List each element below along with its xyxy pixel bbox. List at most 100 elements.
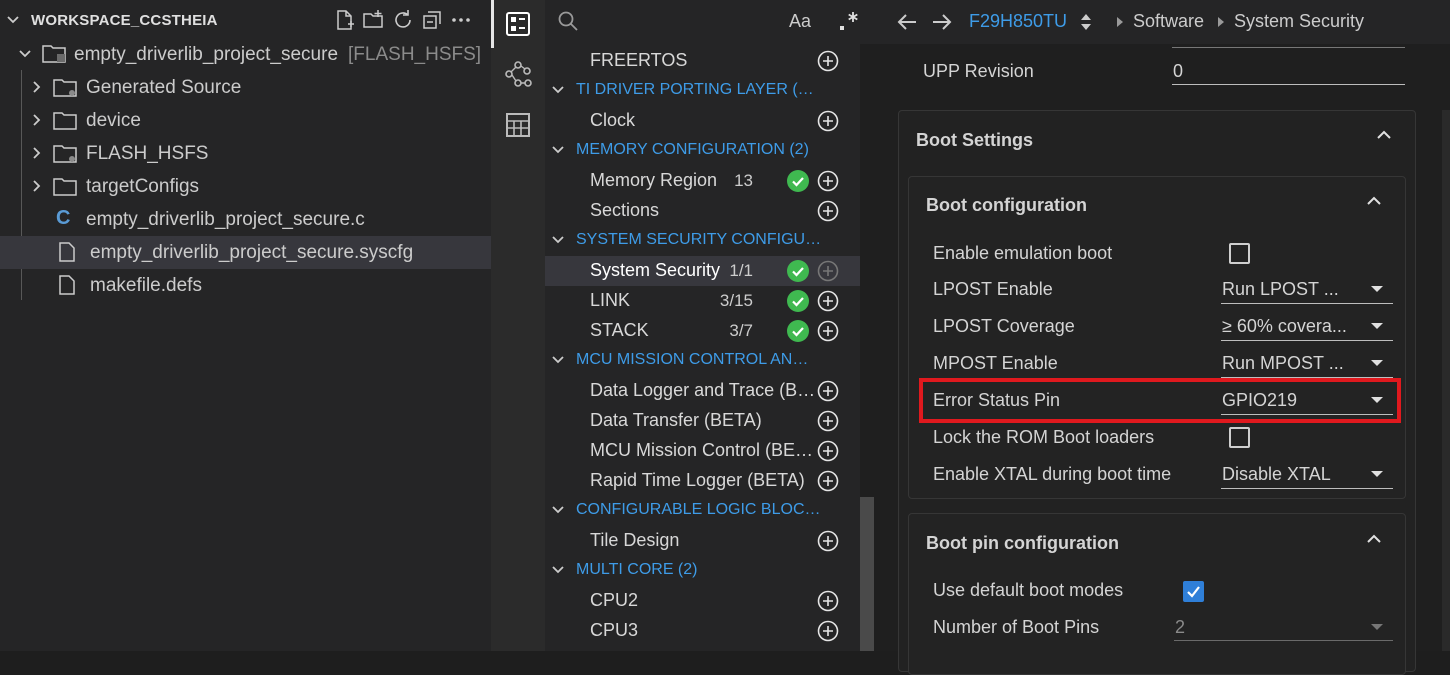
search-icon[interactable] <box>557 10 579 32</box>
add-instance-icon[interactable] <box>817 290 839 312</box>
chevron-down-icon[interactable] <box>551 233 565 247</box>
chevron-right-icon[interactable] <box>31 113 43 127</box>
module-item[interactable]: Tile Design <box>545 526 860 556</box>
chevron-down-icon[interactable] <box>551 83 565 97</box>
lpost-enable-select[interactable]: Run LPOST ... <box>1222 279 1339 300</box>
tree-item-syscfg[interactable]: empty_driverlib_project_secure.syscfg <box>0 236 491 269</box>
chevron-down-icon[interactable] <box>551 503 565 517</box>
module-list-icon[interactable] <box>501 7 535 41</box>
chevron-down-icon[interactable] <box>18 47 32 61</box>
module-item[interactable]: MCU Mission Control (BE… <box>545 436 860 466</box>
enable-emulation-boot-checkbox[interactable] <box>1229 243 1250 264</box>
refresh-icon[interactable] <box>391 8 415 32</box>
mpost-enable-select[interactable]: Run MPOST ... <box>1222 353 1344 374</box>
lock-rom-bootloaders-checkbox[interactable] <box>1229 427 1250 448</box>
chevron-down-icon[interactable] <box>6 13 20 27</box>
match-case-toggle[interactable]: Aa <box>789 11 811 32</box>
more-actions-icon[interactable] <box>449 8 473 32</box>
collapse-all-icon[interactable] <box>420 8 444 32</box>
tree-item-makefile[interactable]: makefile.defs <box>0 269 491 302</box>
chevron-down-icon[interactable] <box>551 353 565 367</box>
chevron-up-icon[interactable] <box>1365 532 1383 546</box>
boot-pin-configuration-title[interactable]: Boot pin configuration <box>926 533 1119 554</box>
dropdown-arrow-icon[interactable] <box>1371 624 1383 630</box>
module-item[interactable]: Sections <box>545 196 860 226</box>
module-item[interactable]: STACK 3/7 <box>545 316 860 346</box>
add-instance-icon[interactable] <box>817 170 839 192</box>
tree-item-c-file[interactable]: C empty_driverlib_project_secure.c <box>0 203 491 236</box>
project-root[interactable]: empty_driverlib_project_secure [FLASH_HSF… <box>0 38 491 71</box>
new-file-icon[interactable] <box>333 8 357 32</box>
config-scrollbar[interactable] <box>1442 110 1450 651</box>
module-scrollbar-thumb[interactable] <box>860 497 874 651</box>
tree-item-target-configs[interactable]: targetConfigs <box>0 170 491 203</box>
breadcrumb-software[interactable]: Software <box>1133 11 1204 32</box>
module-count: 3/15 <box>719 291 753 310</box>
number-of-boot-pins-select[interactable]: 2 <box>1175 617 1185 638</box>
add-instance-icon[interactable] <box>817 50 839 72</box>
dropdown-arrow-icon[interactable] <box>1371 360 1383 366</box>
topology-icon[interactable] <box>501 57 535 91</box>
tree-item-label: FLASH_HSFS <box>86 143 209 164</box>
chevron-right-icon[interactable] <box>31 146 43 160</box>
dropdown-arrow-icon[interactable] <box>1371 286 1383 292</box>
filter-regex-icon[interactable] <box>837 9 861 33</box>
module-category[interactable]: SYSTEM SECURITY CONFIGU… <box>545 226 860 256</box>
boot-settings-title[interactable]: Boot Settings <box>916 130 1033 151</box>
add-instance-icon[interactable] <box>817 110 839 132</box>
dropdown-arrow-icon[interactable] <box>1371 323 1383 329</box>
add-instance-icon[interactable] <box>817 530 839 552</box>
add-instance-icon[interactable] <box>817 620 839 642</box>
add-instance-icon[interactable] <box>817 440 839 462</box>
add-instance-icon[interactable] <box>817 590 839 612</box>
tree-item-generated-source[interactable]: Generated Source <box>0 71 491 104</box>
module-item[interactable]: FREERTOS <box>545 46 860 76</box>
chevron-down-icon[interactable] <box>551 143 565 157</box>
module-item[interactable]: CPU2 <box>545 586 860 616</box>
module-category[interactable]: TI DRIVER PORTING LAYER (… <box>545 76 860 106</box>
chevron-down-icon[interactable] <box>551 563 565 577</box>
tree-item-device[interactable]: device <box>0 104 491 137</box>
chevron-up-icon[interactable] <box>1375 128 1393 142</box>
module-item[interactable]: System Security 1/1 <box>545 256 860 286</box>
upp-revision-input[interactable]: 0 <box>1173 61 1183 82</box>
error-status-pin-select[interactable]: GPIO219 <box>1222 390 1297 411</box>
add-instance-icon[interactable] <box>817 200 839 222</box>
lpost-coverage-label: LPOST Coverage <box>933 316 1075 336</box>
sysconfig-view-rail <box>491 0 545 651</box>
module-category[interactable]: CONFIGURABLE LOGIC BLOC… <box>545 496 860 526</box>
new-folder-icon[interactable] <box>362 8 386 32</box>
module-item[interactable]: Rapid Time Logger (BETA) <box>545 466 860 496</box>
boot-configuration-title[interactable]: Boot configuration <box>926 195 1087 216</box>
module-item[interactable]: Data Logger and Trace (B… <box>545 376 860 406</box>
resource-table-icon[interactable] <box>501 108 535 142</box>
tree-item-flash-hsfs[interactable]: FLASH_HSFS <box>0 137 491 170</box>
back-arrow-icon[interactable] <box>895 11 919 33</box>
module-category[interactable]: MCU MISSION CONTROL AN… <box>545 346 860 376</box>
sort-updown-icon[interactable] <box>1079 13 1093 31</box>
lpost-coverage-select[interactable]: ≥ 60% covera... <box>1222 316 1347 337</box>
folder-icon <box>53 110 79 132</box>
module-item[interactable]: CPU3 <box>545 616 860 646</box>
use-default-boot-modes-checkbox[interactable] <box>1183 581 1204 602</box>
add-instance-icon[interactable] <box>817 380 839 402</box>
breadcrumb-system-security[interactable]: System Security <box>1234 11 1364 32</box>
module-category[interactable]: MULTI CORE (2) <box>545 556 860 586</box>
add-instance-icon[interactable] <box>817 410 839 432</box>
add-instance-icon[interactable] <box>817 470 839 492</box>
dropdown-arrow-icon[interactable] <box>1371 471 1383 477</box>
chevron-right-icon[interactable] <box>31 179 43 193</box>
forward-arrow-icon[interactable] <box>930 11 954 33</box>
chevron-up-icon[interactable] <box>1365 194 1383 208</box>
module-item[interactable]: Memory Region 13 <box>545 166 860 196</box>
module-item[interactable]: Clock <box>545 106 860 136</box>
module-item[interactable]: Data Transfer (BETA) <box>545 406 860 436</box>
dropdown-arrow-icon[interactable] <box>1371 397 1383 403</box>
device-selector[interactable]: F29H850TU <box>969 11 1067 32</box>
workspace-title[interactable]: WORKSPACE_CCSTHEIA <box>31 12 218 29</box>
module-category[interactable]: MEMORY CONFIGURATION (2) <box>545 136 860 166</box>
module-item[interactable]: LINK 3/15 <box>545 286 860 316</box>
enable-xtal-select[interactable]: Disable XTAL <box>1222 464 1331 485</box>
chevron-right-icon[interactable] <box>31 80 43 94</box>
add-instance-icon[interactable] <box>817 320 839 342</box>
